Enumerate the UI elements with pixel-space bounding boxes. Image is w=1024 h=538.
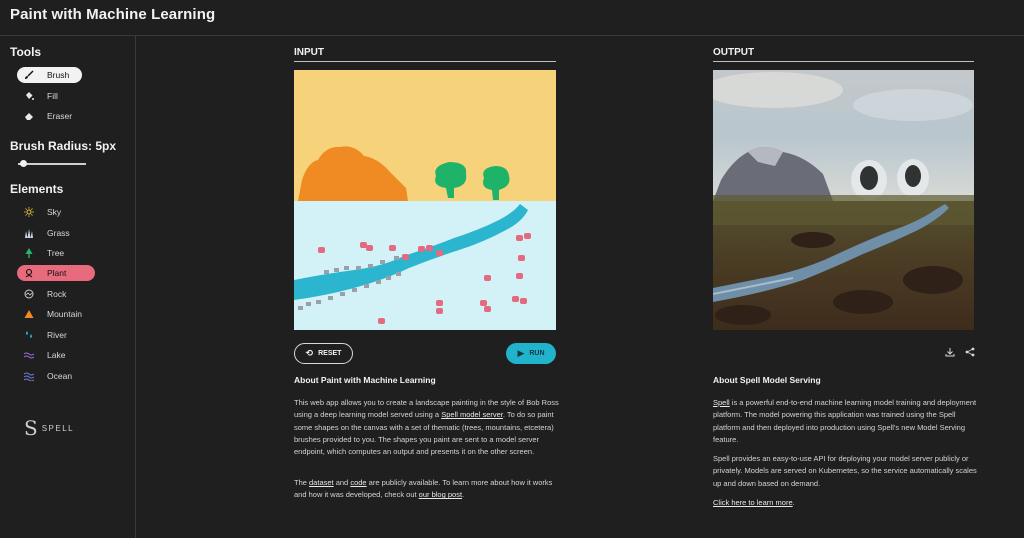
text: .: [462, 490, 465, 500]
grass-icon: [22, 228, 36, 238]
element-label: Rock: [47, 289, 67, 299]
tool-label: Eraser: [47, 111, 73, 121]
element-label: Tree: [47, 248, 65, 258]
element-ocean[interactable]: Ocean: [17, 368, 113, 384]
element-river[interactable]: River: [17, 327, 113, 343]
reset-label: RESET: [318, 350, 342, 357]
spell-link[interactable]: Spell: [713, 398, 730, 407]
about-serving-paragraph-2: Spell provides an easy-to-use API for de…: [713, 454, 977, 488]
output-label: OUTPUT: [713, 47, 755, 58]
spell-logo-icon: S: [24, 416, 38, 440]
lake-icon: [22, 350, 36, 360]
about-serving-paragraph-1: Spell is a powerful end-to-end machine l…: [713, 397, 979, 446]
paint-bucket-icon: [22, 91, 36, 101]
learn-more-line: Click here to learn more.: [713, 497, 979, 509]
elements-title: Elements: [10, 182, 64, 196]
tree-icon: [22, 248, 36, 258]
element-sky[interactable]: Sky: [17, 204, 113, 220]
element-lake[interactable]: Lake: [17, 347, 113, 363]
run-label: RUN: [529, 350, 545, 357]
element-tree[interactable]: Tree: [17, 245, 113, 261]
input-divider: [294, 61, 556, 62]
about-paint-title: About Paint with Machine Learning: [294, 375, 436, 385]
element-mountain[interactable]: Mountain: [17, 306, 113, 322]
download-icon[interactable]: [945, 347, 955, 359]
sidebar: Tools Brush Fill Eraser Brush Radius: 5p…: [0, 36, 136, 538]
blog-post-link[interactable]: our blog post: [419, 490, 462, 499]
tool-label: Fill: [47, 91, 58, 101]
tool-fill[interactable]: Fill: [17, 88, 113, 104]
brush-radius-label: Brush Radius: 5px: [10, 139, 117, 153]
play-icon: ▶: [517, 348, 525, 358]
input-label: INPUT: [294, 47, 324, 58]
brush-radius-slider[interactable]: [18, 160, 86, 167]
about-paint-paragraph-1: This web app allows you to create a land…: [294, 397, 564, 458]
sun-icon: [22, 207, 36, 217]
run-button[interactable]: ▶ RUN: [506, 343, 556, 364]
text: The: [294, 478, 310, 487]
element-label: Grass: [47, 228, 70, 238]
tool-label: Brush: [47, 70, 70, 80]
app-title: Paint with Machine Learning: [10, 6, 216, 23]
plant-icon: [22, 268, 36, 278]
spell-logo[interactable]: S SPELL: [24, 416, 74, 440]
tool-eraser[interactable]: Eraser: [17, 108, 113, 124]
element-label: Plant: [47, 268, 67, 278]
element-grass[interactable]: Grass: [17, 225, 113, 241]
ocean-icon: [22, 371, 36, 381]
river-icon: [22, 330, 36, 340]
eraser-icon: [22, 111, 36, 121]
output-divider: [713, 61, 974, 62]
text: is a powerful end-to-end machine learnin…: [713, 398, 977, 444]
element-label: Ocean: [47, 371, 73, 381]
about-paint-paragraph-2: The dataset and code are publicly availa…: [294, 477, 564, 502]
brush-icon: [22, 70, 36, 80]
element-label: Lake: [47, 350, 66, 360]
refresh-icon: ⟲: [305, 348, 314, 358]
share-icon[interactable]: [965, 347, 975, 359]
dataset-link[interactable]: dataset: [309, 478, 334, 487]
text: .: [792, 498, 795, 507]
element-label: Sky: [47, 207, 62, 217]
mountain-icon: [22, 309, 36, 319]
app-header: Paint with Machine Learning: [0, 0, 1024, 36]
element-rock[interactable]: Rock: [17, 286, 113, 302]
learn-more-link[interactable]: Click here to learn more: [713, 498, 793, 507]
slider-handle[interactable]: [20, 160, 27, 167]
element-label: River: [47, 330, 67, 340]
tools-title: Tools: [10, 45, 42, 59]
rock-icon: [22, 289, 36, 299]
about-serving-title: About Spell Model Serving: [713, 375, 821, 385]
element-plant[interactable]: Plant: [17, 265, 95, 281]
code-link[interactable]: code: [350, 478, 366, 487]
logo-text: SPELL: [41, 423, 75, 433]
text: and: [333, 478, 351, 487]
paint-canvas[interactable]: [294, 70, 556, 330]
spell-model-server-link[interactable]: Spell model server: [441, 410, 503, 419]
reset-button[interactable]: ⟲ RESET: [294, 343, 353, 364]
output-image: [713, 70, 974, 330]
tool-brush[interactable]: Brush: [17, 67, 82, 83]
element-label: Mountain: [47, 309, 82, 319]
